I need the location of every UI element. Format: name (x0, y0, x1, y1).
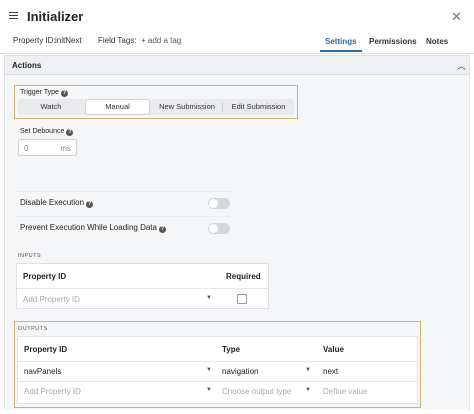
chevron-down-icon[interactable]: ▼ (305, 387, 311, 393)
trigger-option-edit-submission[interactable]: Edit Submission (223, 99, 294, 115)
help-icon: ? (66, 129, 74, 136)
hamburger-menu-icon[interactable] (9, 12, 18, 19)
help-icon: ? (86, 201, 94, 208)
help-icon: ? (60, 90, 68, 97)
row-divider (17, 288, 268, 289)
row-divider (18, 361, 417, 362)
chevron-down-icon[interactable]: ▼ (206, 367, 212, 373)
trigger-option-new-submission[interactable]: New Submission (152, 99, 222, 115)
outputs-add-property-select[interactable]: Add Property ID (24, 387, 81, 396)
tab-settings[interactable]: Settings (325, 37, 357, 46)
actions-section-title: Actions (12, 61, 42, 70)
outputs-type-select[interactable]: Choose output type (222, 387, 291, 396)
trigger-type-segmented-control: Watch Manual New Submission Edit Submiss… (18, 99, 294, 115)
disable-execution-row: Disable Execution? (16, 191, 232, 213)
active-tab-indicator (320, 50, 362, 52)
add-tag-link[interactable]: + add a tag (141, 36, 181, 45)
trigger-type-label: Trigger Type? (20, 89, 68, 97)
output-row-property-id[interactable]: navPanels (24, 367, 61, 376)
debounce-value: 0 (24, 144, 29, 153)
inputs-caption: INPUTS (18, 253, 42, 259)
actions-section-header[interactable]: Actions ︿ (4, 55, 470, 75)
chevron-down-icon[interactable]: ▼ (305, 367, 311, 373)
disable-execution-label: Disable Execution? (20, 198, 94, 208)
chevron-up-icon[interactable]: ︿ (457, 59, 466, 72)
toggle-knob (209, 224, 218, 233)
inputs-table: Property ID Required Add Property ID ▼ (16, 263, 269, 309)
field-tags-label: Field Tags: (98, 36, 137, 45)
output-row-type[interactable]: navigation (222, 367, 258, 376)
prevent-execution-row: Prevent Execution While Loading Data? (16, 216, 232, 238)
outputs-col-type: Type (222, 345, 241, 354)
prevent-execution-label: Prevent Execution While Loading Data? (20, 223, 166, 233)
debounce-label: Set Debounce? (20, 128, 74, 136)
subheader: Property ID: initNext Field Tags: + add … (0, 30, 474, 54)
outputs-col-property-id: Property ID (24, 345, 68, 354)
property-id-value: initNext (55, 36, 82, 45)
inputs-col-property-id: Property ID (23, 272, 67, 281)
outputs-col-value: Value (323, 345, 344, 354)
trigger-option-manual[interactable]: Manual (85, 99, 150, 115)
required-checkbox[interactable] (237, 294, 247, 304)
outputs-caption: OUTPUTS (18, 326, 48, 332)
tab-notes[interactable]: Notes (426, 37, 448, 46)
output-row-value[interactable]: next (323, 367, 338, 376)
outputs-value-input[interactable]: Define value (323, 387, 367, 396)
chevron-down-icon[interactable]: ▼ (206, 295, 212, 301)
close-icon[interactable]: ✕ (451, 9, 462, 25)
header-bar: Initializer ✕ (0, 0, 474, 30)
inputs-col-required: Required (226, 272, 261, 281)
inputs-add-property-select[interactable]: Add Property ID (23, 295, 80, 304)
outputs-table: Property ID Type Value navPanels ▼ navig… (17, 336, 418, 404)
row-divider (18, 381, 417, 382)
toggle-knob (209, 199, 218, 208)
header-divider (0, 53, 474, 54)
tab-permissions[interactable]: Permissions (369, 37, 417, 46)
debounce-unit: ms (60, 144, 71, 153)
page-title: Initializer (27, 9, 84, 24)
chevron-down-icon[interactable]: ▼ (206, 387, 212, 393)
trigger-option-watch[interactable]: Watch (18, 99, 84, 115)
disable-execution-toggle[interactable] (208, 198, 230, 209)
property-id-label: Property ID: (13, 36, 56, 45)
help-icon: ? (158, 226, 166, 233)
prevent-execution-toggle[interactable] (208, 223, 230, 234)
debounce-input[interactable]: 0 ms (18, 139, 77, 156)
